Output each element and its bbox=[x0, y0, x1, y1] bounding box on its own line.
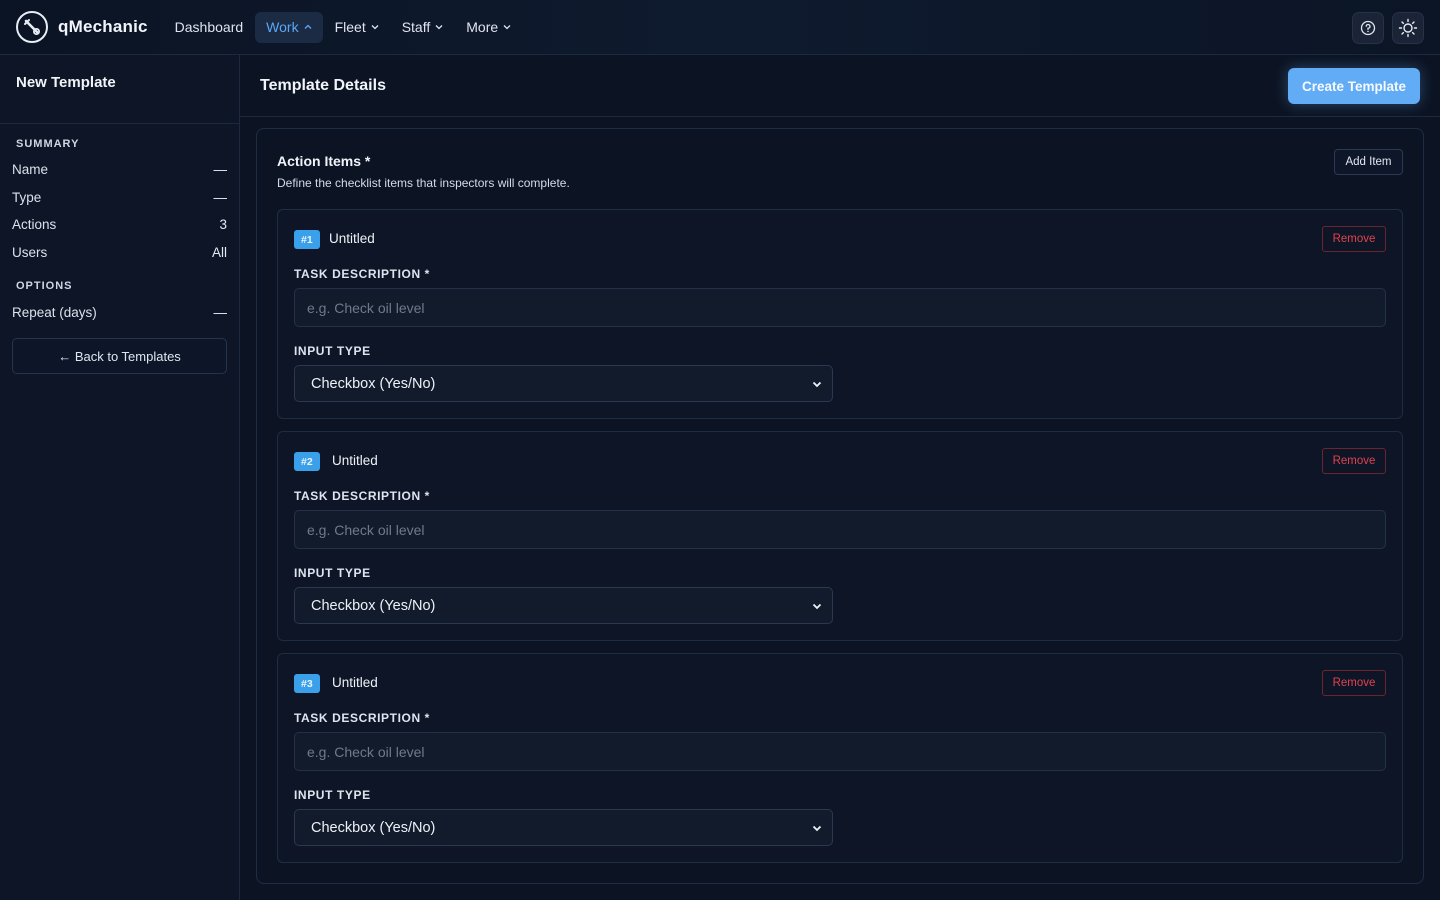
input-type-label: INPUT TYPE bbox=[294, 566, 371, 580]
nav-more[interactable]: More bbox=[455, 12, 522, 43]
input-type-value: Checkbox (Yes/No) bbox=[311, 819, 436, 836]
wrench-logo-icon bbox=[16, 11, 48, 43]
nav-work[interactable]: Work bbox=[255, 11, 323, 43]
summary-value: — bbox=[213, 162, 228, 177]
summary-row-name: Name — bbox=[12, 162, 227, 177]
item-number-badge: #2 bbox=[294, 452, 320, 471]
nav-staff-label: Staff bbox=[401, 19, 431, 35]
item-number-badge: #1 bbox=[294, 230, 320, 249]
input-type-value: Checkbox (Yes/No) bbox=[311, 375, 436, 392]
nav-fleet-label: Fleet bbox=[334, 19, 366, 35]
main-header: Template Details Create Template bbox=[240, 55, 1440, 117]
summary-row-actions: Actions 3 bbox=[12, 217, 227, 232]
sidebar: New Template SUMMARY Name — Type — Actio… bbox=[0, 55, 240, 900]
chevron-down-icon bbox=[371, 25, 379, 30]
brand-name: qMechanic bbox=[58, 17, 148, 36]
summary-key: Users bbox=[12, 245, 48, 260]
top-navbar: qMechanic Dashboard Work Fleet Staff Mor… bbox=[0, 0, 1440, 55]
summary-row-users: Users All bbox=[12, 245, 227, 260]
summary-row-type: Type — bbox=[12, 190, 227, 205]
chevron-down-icon bbox=[812, 825, 822, 831]
summary-value: 3 bbox=[219, 217, 227, 232]
action-items-subtitle: Define the checklist items that inspecto… bbox=[277, 176, 570, 190]
task-description-input[interactable] bbox=[294, 288, 1386, 327]
input-type-select[interactable]: Checkbox (Yes/No) bbox=[294, 809, 833, 846]
page-title: Template Details bbox=[260, 77, 386, 94]
sidebar-title: New Template bbox=[16, 74, 116, 91]
action-item-card: #1 Untitled Remove TASK DESCRIPTION * IN… bbox=[277, 209, 1403, 419]
item-title: Untitled bbox=[332, 675, 378, 690]
input-type-label: INPUT TYPE bbox=[294, 344, 371, 358]
action-item-card: #3 Untitled Remove TASK DESCRIPTION * IN… bbox=[277, 653, 1403, 863]
action-item-card: #2 Untitled Remove TASK DESCRIPTION * IN… bbox=[277, 431, 1403, 641]
summary-value: — bbox=[213, 190, 228, 205]
brand[interactable]: qMechanic bbox=[16, 11, 148, 43]
item-number-badge: #3 bbox=[294, 674, 320, 693]
help-button[interactable] bbox=[1352, 12, 1384, 44]
summary-value: All bbox=[211, 245, 227, 260]
nav-dashboard[interactable]: Dashboard bbox=[164, 12, 255, 43]
task-description-label: TASK DESCRIPTION * bbox=[294, 489, 430, 503]
chevron-up-icon bbox=[304, 24, 312, 29]
input-type-label: INPUT TYPE bbox=[294, 788, 371, 802]
action-items-title: Action Items * bbox=[277, 153, 371, 169]
options-section-label: OPTIONS bbox=[16, 280, 73, 292]
option-row-repeat: Repeat (days) — bbox=[12, 305, 227, 320]
remove-item-button[interactable]: Remove bbox=[1322, 670, 1386, 696]
option-key: Repeat (days) bbox=[12, 305, 97, 320]
summary-key: Actions bbox=[12, 217, 57, 232]
top-actions bbox=[1344, 12, 1424, 44]
summary-key: Name bbox=[12, 162, 49, 177]
task-description-input[interactable] bbox=[294, 732, 1386, 771]
input-type-select[interactable]: Checkbox (Yes/No) bbox=[294, 365, 833, 402]
main-nav: Dashboard Work Fleet Staff More bbox=[164, 11, 524, 43]
remove-item-button[interactable]: Remove bbox=[1322, 448, 1386, 474]
nav-dashboard-label: Dashboard bbox=[174, 19, 244, 35]
task-description-input[interactable] bbox=[294, 510, 1386, 549]
create-template-button[interactable]: Create Template bbox=[1288, 68, 1420, 104]
help-circle-icon bbox=[1360, 20, 1376, 36]
add-item-button[interactable]: Add Item bbox=[1334, 149, 1403, 175]
sidebar-divider bbox=[0, 123, 239, 124]
back-to-templates-button[interactable]: ← Back to Templates bbox=[12, 338, 227, 374]
summary-section-label: SUMMARY bbox=[16, 138, 80, 150]
input-type-select[interactable]: Checkbox (Yes/No) bbox=[294, 587, 833, 624]
sun-icon bbox=[1398, 18, 1418, 38]
item-title: Untitled bbox=[332, 453, 378, 468]
nav-fleet[interactable]: Fleet bbox=[324, 12, 390, 43]
task-description-label: TASK DESCRIPTION * bbox=[294, 711, 430, 725]
chevron-down-icon bbox=[812, 381, 822, 387]
summary-key: Type bbox=[12, 190, 42, 205]
input-type-value: Checkbox (Yes/No) bbox=[311, 597, 436, 614]
nav-more-label: More bbox=[466, 19, 499, 35]
action-items-panel: Action Items * Define the checklist item… bbox=[256, 128, 1424, 884]
chevron-down-icon bbox=[435, 25, 443, 30]
nav-work-label: Work bbox=[266, 19, 299, 35]
task-description-label: TASK DESCRIPTION * bbox=[294, 267, 430, 281]
nav-staff[interactable]: Staff bbox=[391, 12, 455, 43]
item-title: Untitled bbox=[329, 231, 375, 246]
option-value: — bbox=[213, 305, 228, 320]
remove-item-button[interactable]: Remove bbox=[1322, 226, 1386, 252]
chevron-down-icon bbox=[812, 603, 822, 609]
theme-toggle-button[interactable] bbox=[1392, 12, 1424, 44]
chevron-down-icon bbox=[503, 25, 511, 30]
